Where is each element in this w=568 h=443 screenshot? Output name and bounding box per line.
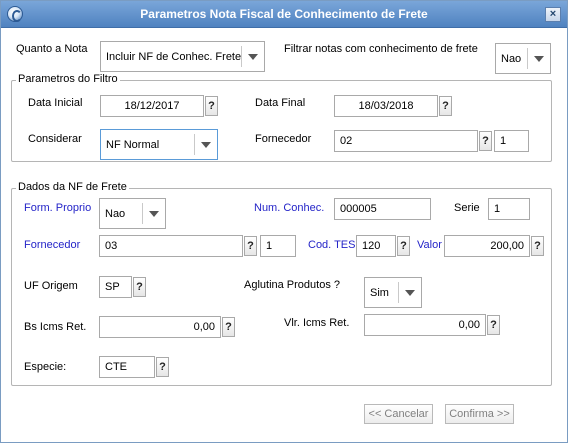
- frete-legend: Dados da NF de Frete: [16, 181, 129, 193]
- loja-frete-input[interactable]: 1: [260, 235, 296, 257]
- data-final-label: Data Final: [255, 97, 306, 109]
- combo-divider: [527, 48, 528, 69]
- bs-icms-input[interactable]: 0,00: [99, 316, 221, 338]
- combo-divider: [194, 134, 195, 155]
- vlr-icms-lookup-button[interactable]: ?: [487, 315, 500, 335]
- filtro-legend: Parametros do Filtro: [16, 73, 120, 85]
- dialog-body: Quanto a Nota Incluir NF de Conhec. Fret…: [2, 29, 566, 441]
- fornecedor-frete-lookup-button[interactable]: ?: [244, 236, 257, 256]
- quanto-nota-label: Quanto a Nota: [16, 43, 88, 55]
- form-proprio-label: Form. Proprio: [24, 202, 92, 214]
- aglutina-select[interactable]: Sim: [364, 277, 422, 308]
- title-bar: Parametros Nota Fiscal de Conhecimento d…: [1, 1, 567, 28]
- cod-tes-input[interactable]: 120: [356, 235, 396, 257]
- num-conhec-label: Num. Conhec.: [254, 202, 325, 214]
- filtrar-notas-select[interactable]: Nao: [495, 43, 551, 74]
- valor-lookup-button[interactable]: ?: [531, 236, 544, 256]
- considerar-value: NF Normal: [106, 138, 160, 151]
- chevron-down-icon: [149, 210, 159, 217]
- close-icon[interactable]: ×: [545, 7, 561, 22]
- considerar-select[interactable]: NF Normal: [100, 129, 218, 160]
- fornecedor-filtro-lookup-button[interactable]: ?: [479, 131, 492, 151]
- chevron-down-icon: [405, 289, 415, 296]
- especie-input[interactable]: CTE: [99, 356, 155, 378]
- fornecedor-frete-label: Fornecedor: [24, 239, 81, 251]
- serie-input[interactable]: 1: [488, 198, 530, 220]
- num-conhec-input[interactable]: 000005: [334, 198, 431, 220]
- cancelar-button[interactable]: << Cancelar: [364, 404, 433, 424]
- quanto-nota-select[interactable]: Incluir NF de Conhec. Frete: [100, 41, 265, 72]
- fornecedor-filtro-label: Fornecedor: [255, 133, 312, 145]
- data-inicial-lookup-button[interactable]: ?: [205, 96, 218, 116]
- chevron-down-icon: [248, 53, 258, 60]
- form-proprio-value: Nao: [105, 207, 126, 220]
- uf-origem-input[interactable]: SP: [99, 276, 132, 298]
- especie-label: Especie:: [24, 361, 67, 373]
- uf-origem-label: UF Origem: [24, 280, 78, 292]
- combo-divider: [142, 203, 143, 224]
- combo-divider: [241, 46, 242, 67]
- data-final-lookup-button[interactable]: ?: [439, 96, 452, 116]
- filtrar-notas-label: Filtrar notas com conhecimento de frete: [284, 43, 478, 55]
- filtrar-notas-value: Nao: [501, 52, 522, 65]
- vlr-icms-input[interactable]: 0,00: [364, 314, 486, 336]
- valor-input[interactable]: 200,00: [444, 235, 530, 257]
- quanto-nota-value: Incluir NF de Conhec. Frete: [106, 50, 242, 63]
- aglutina-label: Aglutina Produtos ?: [244, 279, 341, 291]
- data-inicial-label: Data Inicial: [28, 97, 83, 109]
- cod-tes-lookup-button[interactable]: ?: [397, 236, 410, 256]
- vlr-icms-label: Vlr. Icms Ret.: [284, 317, 350, 329]
- serie-label: Serie: [454, 202, 480, 214]
- window-title: Parametros Nota Fiscal de Conhecimento d…: [140, 7, 428, 21]
- chevron-down-icon: [201, 141, 211, 148]
- valor-label: Valor: [417, 239, 442, 251]
- bs-icms-lookup-button[interactable]: ?: [222, 317, 235, 337]
- fornecedor-frete-input[interactable]: 03: [99, 235, 243, 257]
- combo-divider: [398, 282, 399, 303]
- loja-filtro-input[interactable]: 1: [494, 130, 529, 152]
- especie-lookup-button[interactable]: ?: [156, 357, 169, 377]
- confirma-button[interactable]: Confirma >>: [445, 404, 514, 424]
- fornecedor-filtro-input[interactable]: 02: [334, 130, 478, 152]
- aglutina-value: Sim: [370, 286, 389, 299]
- chevron-down-icon: [534, 55, 544, 62]
- dialog-window: Parametros Nota Fiscal de Conhecimento d…: [0, 0, 568, 443]
- considerar-label: Considerar: [28, 133, 82, 145]
- data-inicial-input[interactable]: 18/12/2017: [100, 95, 204, 117]
- data-final-input[interactable]: 18/03/2018: [334, 95, 438, 117]
- cod-tes-label: Cod. TES: [308, 239, 356, 251]
- uf-origem-lookup-button[interactable]: ?: [133, 277, 146, 297]
- bs-icms-label: Bs Icms Ret.: [24, 321, 87, 333]
- form-proprio-select[interactable]: Nao: [99, 198, 166, 229]
